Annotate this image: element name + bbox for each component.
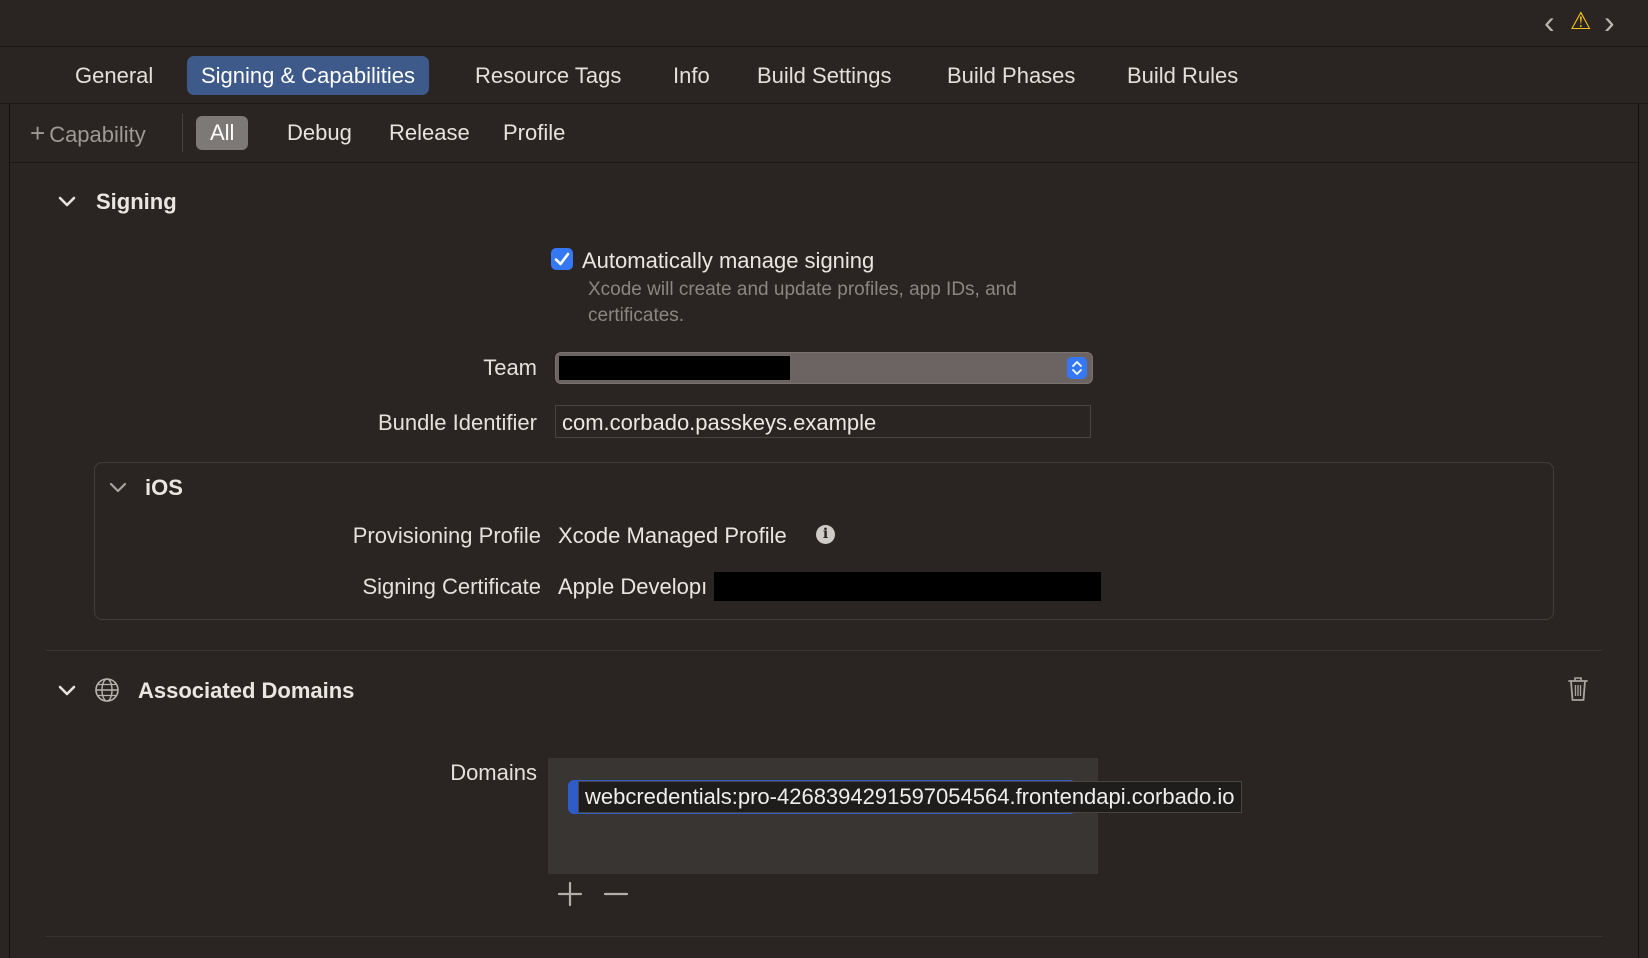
left-divider [9,104,10,958]
plus-icon: + [30,118,46,148]
auto-manage-description-line1: Xcode will create and update profiles, a… [588,279,1017,300]
filter-profile[interactable]: Profile [489,116,579,150]
signing-certificate-value: Apple Developı [558,574,708,599]
domains-list[interactable] [548,758,1098,874]
associated-domains-collapse-chevron-icon[interactable] [56,680,78,702]
provisioning-profile-label: Provisioning Profile [352,523,541,548]
bundle-identifier-value: com.corbado.passkeys.example [562,410,877,435]
section-divider [46,650,1602,651]
ios-section-title: iOS [145,475,183,500]
filter-all[interactable]: All [196,116,249,150]
signing-certificate-label: Signing Certificate [362,574,541,599]
ios-signing-box: iOS Provisioning Profile Xcode Managed P… [94,462,1554,620]
tab-build-settings[interactable]: Build Settings [743,56,906,95]
team-popup[interactable] [555,352,1093,384]
domains-label: Domains [450,760,537,785]
tab-resource-tags[interactable]: Resource Tags [461,56,635,95]
checkmark-icon [554,252,570,266]
filter-release[interactable]: Release [375,116,484,150]
capability-filter-bar: + Capability All Debug Release Profile [10,104,1638,163]
info-icon[interactable]: i [816,525,835,544]
provisioning-profile-value: Xcode Managed Profile [558,523,787,548]
ios-collapse-chevron-icon[interactable] [107,477,129,499]
auto-manage-checkbox[interactable] [551,248,573,270]
globe-icon [95,678,119,702]
bundle-identifier-field[interactable]: com.corbado.passkeys.example [555,405,1091,438]
tab-signing-capabilities[interactable]: Signing & Capabilities [187,56,430,95]
auto-manage-description-line2: certificates. [588,305,685,326]
associated-domains-title: Associated Domains [138,678,355,703]
right-divider [1638,104,1639,958]
tab-build-rules[interactable]: Build Rules [1113,56,1252,95]
domain-edit-field[interactable]: webcredentials:pro-4268394291597054564.f… [578,781,1242,813]
window-toolbar: ‹ ⚠ › [0,0,1648,47]
tab-info[interactable]: Info [659,56,724,95]
add-capability-button[interactable]: + Capability [30,116,146,150]
team-label: Team [483,355,537,380]
signing-collapse-chevron-icon[interactable] [56,191,78,213]
auto-manage-label[interactable]: Automatically manage signing [582,248,874,274]
trash-icon[interactable] [1566,675,1590,703]
add-capability-label: Capability [49,122,146,147]
filter-debug[interactable]: Debug [273,116,366,150]
back-chevron-icon[interactable]: ‹ [1544,4,1555,41]
signing-section-title: Signing [96,189,177,214]
remove-domain-minus-icon[interactable] [602,880,630,908]
certificate-redacted [714,572,1101,601]
forward-chevron-icon[interactable]: › [1604,4,1615,41]
team-redacted [559,356,790,380]
tab-build-phases[interactable]: Build Phases [933,56,1089,95]
domain-value: webcredentials:pro-4268394291597054564.f… [585,784,1235,809]
bottom-divider [46,936,1602,937]
add-domain-plus-icon[interactable] [556,880,584,908]
bundle-identifier-label: Bundle Identifier [378,410,537,435]
popup-stepper-icon [1067,357,1087,379]
editor-tab-bar: General Signing & Capabilities Resource … [0,47,1648,104]
filter-separator [182,114,183,152]
warning-icon[interactable]: ⚠ [1570,7,1592,36]
tab-general[interactable]: General [61,56,167,95]
